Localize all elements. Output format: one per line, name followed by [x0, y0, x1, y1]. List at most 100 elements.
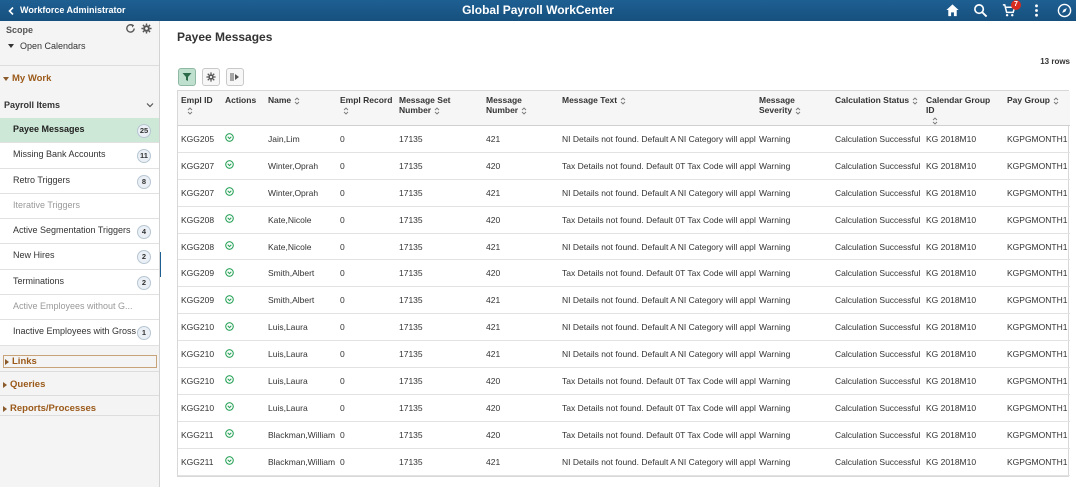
column-header-message-text[interactable]: Message Text: [559, 91, 756, 126]
column-header-name[interactable]: Name: [265, 91, 337, 126]
search-button[interactable]: [973, 3, 988, 18]
related-actions-icon[interactable]: [225, 241, 234, 250]
actions-menu-button[interactable]: [1029, 3, 1044, 18]
filter-button[interactable]: [178, 68, 196, 86]
table-row[interactable]: KGG205 Jain,Lim 0 17135 421 NI Details not fo…: [178, 125, 1070, 153]
payroll-item-new-hires[interactable]: New Hires 2: [0, 244, 159, 270]
related-actions-icon[interactable]: [225, 160, 234, 170]
message-number-cell: 420: [483, 206, 559, 234]
message-set-number-cell: 17135: [396, 448, 483, 476]
sort-arrows-icon[interactable]: [343, 107, 349, 115]
search-icon: [974, 4, 988, 18]
reports-processes-section[interactable]: Reports/Processes: [3, 403, 96, 414]
grid-settings-button[interactable]: [202, 68, 220, 86]
table-row[interactable]: KGG210 Luis,Laura 0 17135 421 NI Details not …: [178, 313, 1070, 342]
expand-caret-icon: [3, 405, 7, 412]
related-actions-icon[interactable]: [225, 294, 234, 304]
column-header-calculation-status[interactable]: Calculation Status: [832, 91, 923, 126]
sort-arrows-icon[interactable]: [521, 107, 527, 115]
table-row[interactable]: KGG208 Kate,Nicole 0 17135 420 Tax Details no…: [178, 206, 1070, 234]
table-row[interactable]: KGG210 Luis,Laura 0 17135 420 Tax Details not…: [178, 367, 1070, 395]
empl-id-cell: KGG210: [178, 367, 222, 395]
related-actions-icon[interactable]: [225, 456, 234, 465]
payroll-item-active-segmentation-triggers[interactable]: Active Segmentation Triggers 4: [0, 219, 159, 245]
payroll-item-inactive-employees-with-gross[interactable]: Inactive Employees with Gross 1: [0, 320, 159, 346]
empl-id-cell: KGG210: [178, 313, 222, 342]
links-section[interactable]: Links: [3, 355, 157, 368]
expand-view-button[interactable]: [226, 68, 244, 86]
navbar-button[interactable]: [1057, 3, 1072, 18]
table-header-row: Empl ID Actions Name Empl Record Message Set…: [178, 91, 1070, 126]
notifications-button[interactable]: 7: [1001, 0, 1021, 18]
column-header-calendar-group-id[interactable]: Calendar Group ID: [923, 91, 1004, 126]
payroll-item-label: Missing Bank Accounts: [13, 149, 106, 160]
column-header-message-set-number[interactable]: Message Set Number: [396, 91, 483, 126]
gear-icon[interactable]: [141, 23, 152, 34]
message-text-cell: Tax Details not found. Default 0T Tax Co…: [559, 206, 756, 234]
payroll-item-iterative-triggers[interactable]: Iterative Triggers: [0, 193, 159, 220]
related-actions-icon[interactable]: [225, 321, 234, 331]
column-header-message-severity[interactable]: Message Severity: [756, 91, 832, 126]
sort-arrows-icon[interactable]: [912, 97, 918, 105]
column-header-pay-group[interactable]: Pay Group: [1004, 91, 1070, 126]
payroll-item-payee-messages[interactable]: Payee Messages 25: [0, 118, 159, 144]
related-actions-icon[interactable]: [225, 348, 234, 358]
sort-arrows-icon[interactable]: [932, 117, 938, 125]
related-actions-icon[interactable]: [225, 268, 234, 277]
related-actions-icon[interactable]: [225, 187, 234, 197]
sort-arrows-icon[interactable]: [294, 97, 300, 105]
related-actions-icon[interactable]: [225, 402, 234, 412]
sort-arrows-icon[interactable]: [795, 107, 801, 115]
calculation-status-cell: Calculation Successful: [832, 286, 923, 315]
related-actions-icon[interactable]: [225, 375, 234, 385]
message-severity-cell: Warning: [756, 179, 832, 207]
table-row[interactable]: KGG211 Blackman,William 0 17135 421 NI Detail…: [178, 448, 1070, 476]
queries-section[interactable]: Queries: [3, 379, 45, 390]
back-button[interactable]: Workforce Administrator: [8, 0, 126, 21]
related-actions-icon[interactable]: [225, 214, 234, 223]
column-header-label: Pay Group: [1007, 95, 1050, 105]
table-body: KGG205 Jain,Lim 0 17135 421 NI Details not fo…: [178, 125, 1070, 476]
table-row[interactable]: KGG211 Blackman,William 0 17135 420 Tax Detai…: [178, 421, 1070, 449]
message-number-cell: 420: [483, 421, 559, 449]
my-work-section[interactable]: My Work: [3, 73, 51, 84]
empl-id-cell: KGG210: [178, 340, 222, 369]
table-row[interactable]: KGG209 Smith,Albert 0 17135 420 Tax Details n…: [178, 259, 1070, 288]
payroll-item-terminations[interactable]: Terminations 2: [0, 269, 159, 296]
table-row[interactable]: KGG210 Luis,Laura 0 17135 421 NI Details not …: [178, 340, 1070, 369]
sort-arrows-icon[interactable]: [1053, 97, 1059, 105]
message-set-number-cell: 17135: [396, 259, 483, 288]
actions-cell: [222, 394, 265, 422]
column-header-empl-id[interactable]: Empl ID: [178, 91, 222, 126]
table-row[interactable]: KGG207 Winter,Oprah 0 17135 421 NI Details no…: [178, 179, 1070, 207]
related-actions-icon[interactable]: [225, 133, 234, 143]
message-text-cell: Tax Details not found. Default 0T Tax Co…: [559, 259, 756, 288]
table-row[interactable]: KGG208 Kate,Nicole 0 17135 421 NI Details not…: [178, 233, 1070, 261]
message-text-cell: NI Details not found. Default A NI Categ…: [559, 340, 756, 369]
table-row[interactable]: KGG209 Smith,Albert 0 17135 421 NI Details no…: [178, 286, 1070, 315]
payroll-item-active-employees-without-g[interactable]: Active Employees without G...: [0, 295, 159, 321]
related-actions-icon[interactable]: [225, 429, 234, 439]
name-cell: Jain,Lim: [265, 125, 337, 153]
column-header-actions[interactable]: Actions: [222, 91, 265, 126]
table-row[interactable]: KGG207 Winter,Oprah 0 17135 420 Tax Details n…: [178, 152, 1070, 180]
home-button[interactable]: [945, 3, 960, 18]
payroll-item-missing-bank-accounts[interactable]: Missing Bank Accounts 11: [0, 143, 159, 169]
message-severity-cell: Warning: [756, 125, 832, 153]
calendar-group-id-cell: KG 2018M10: [923, 125, 1004, 153]
payroll-items-label: Payroll Items: [4, 100, 61, 110]
sort-arrows-icon[interactable]: [620, 97, 626, 105]
payroll-item-retro-triggers[interactable]: Retro Triggers 8: [0, 168, 159, 194]
refresh-icon[interactable]: [125, 23, 136, 34]
open-calendars-toggle[interactable]: Open Calendars: [8, 41, 86, 51]
chevron-down-icon[interactable]: [146, 101, 154, 109]
message-text-cell: NI Details not found. Default A NI Categ…: [559, 448, 756, 476]
message-severity-cell: Warning: [756, 367, 832, 395]
sort-arrows-icon[interactable]: [187, 107, 193, 115]
empl-id-cell: KGG208: [178, 206, 222, 234]
column-header-message-number[interactable]: Message Number: [483, 91, 559, 126]
sort-arrows-icon[interactable]: [434, 107, 440, 115]
table-row[interactable]: KGG210 Luis,Laura 0 17135 420 Tax Details not…: [178, 394, 1070, 422]
column-header-empl-record[interactable]: Empl Record: [337, 91, 396, 126]
payroll-item-label: Iterative Triggers: [13, 199, 81, 210]
